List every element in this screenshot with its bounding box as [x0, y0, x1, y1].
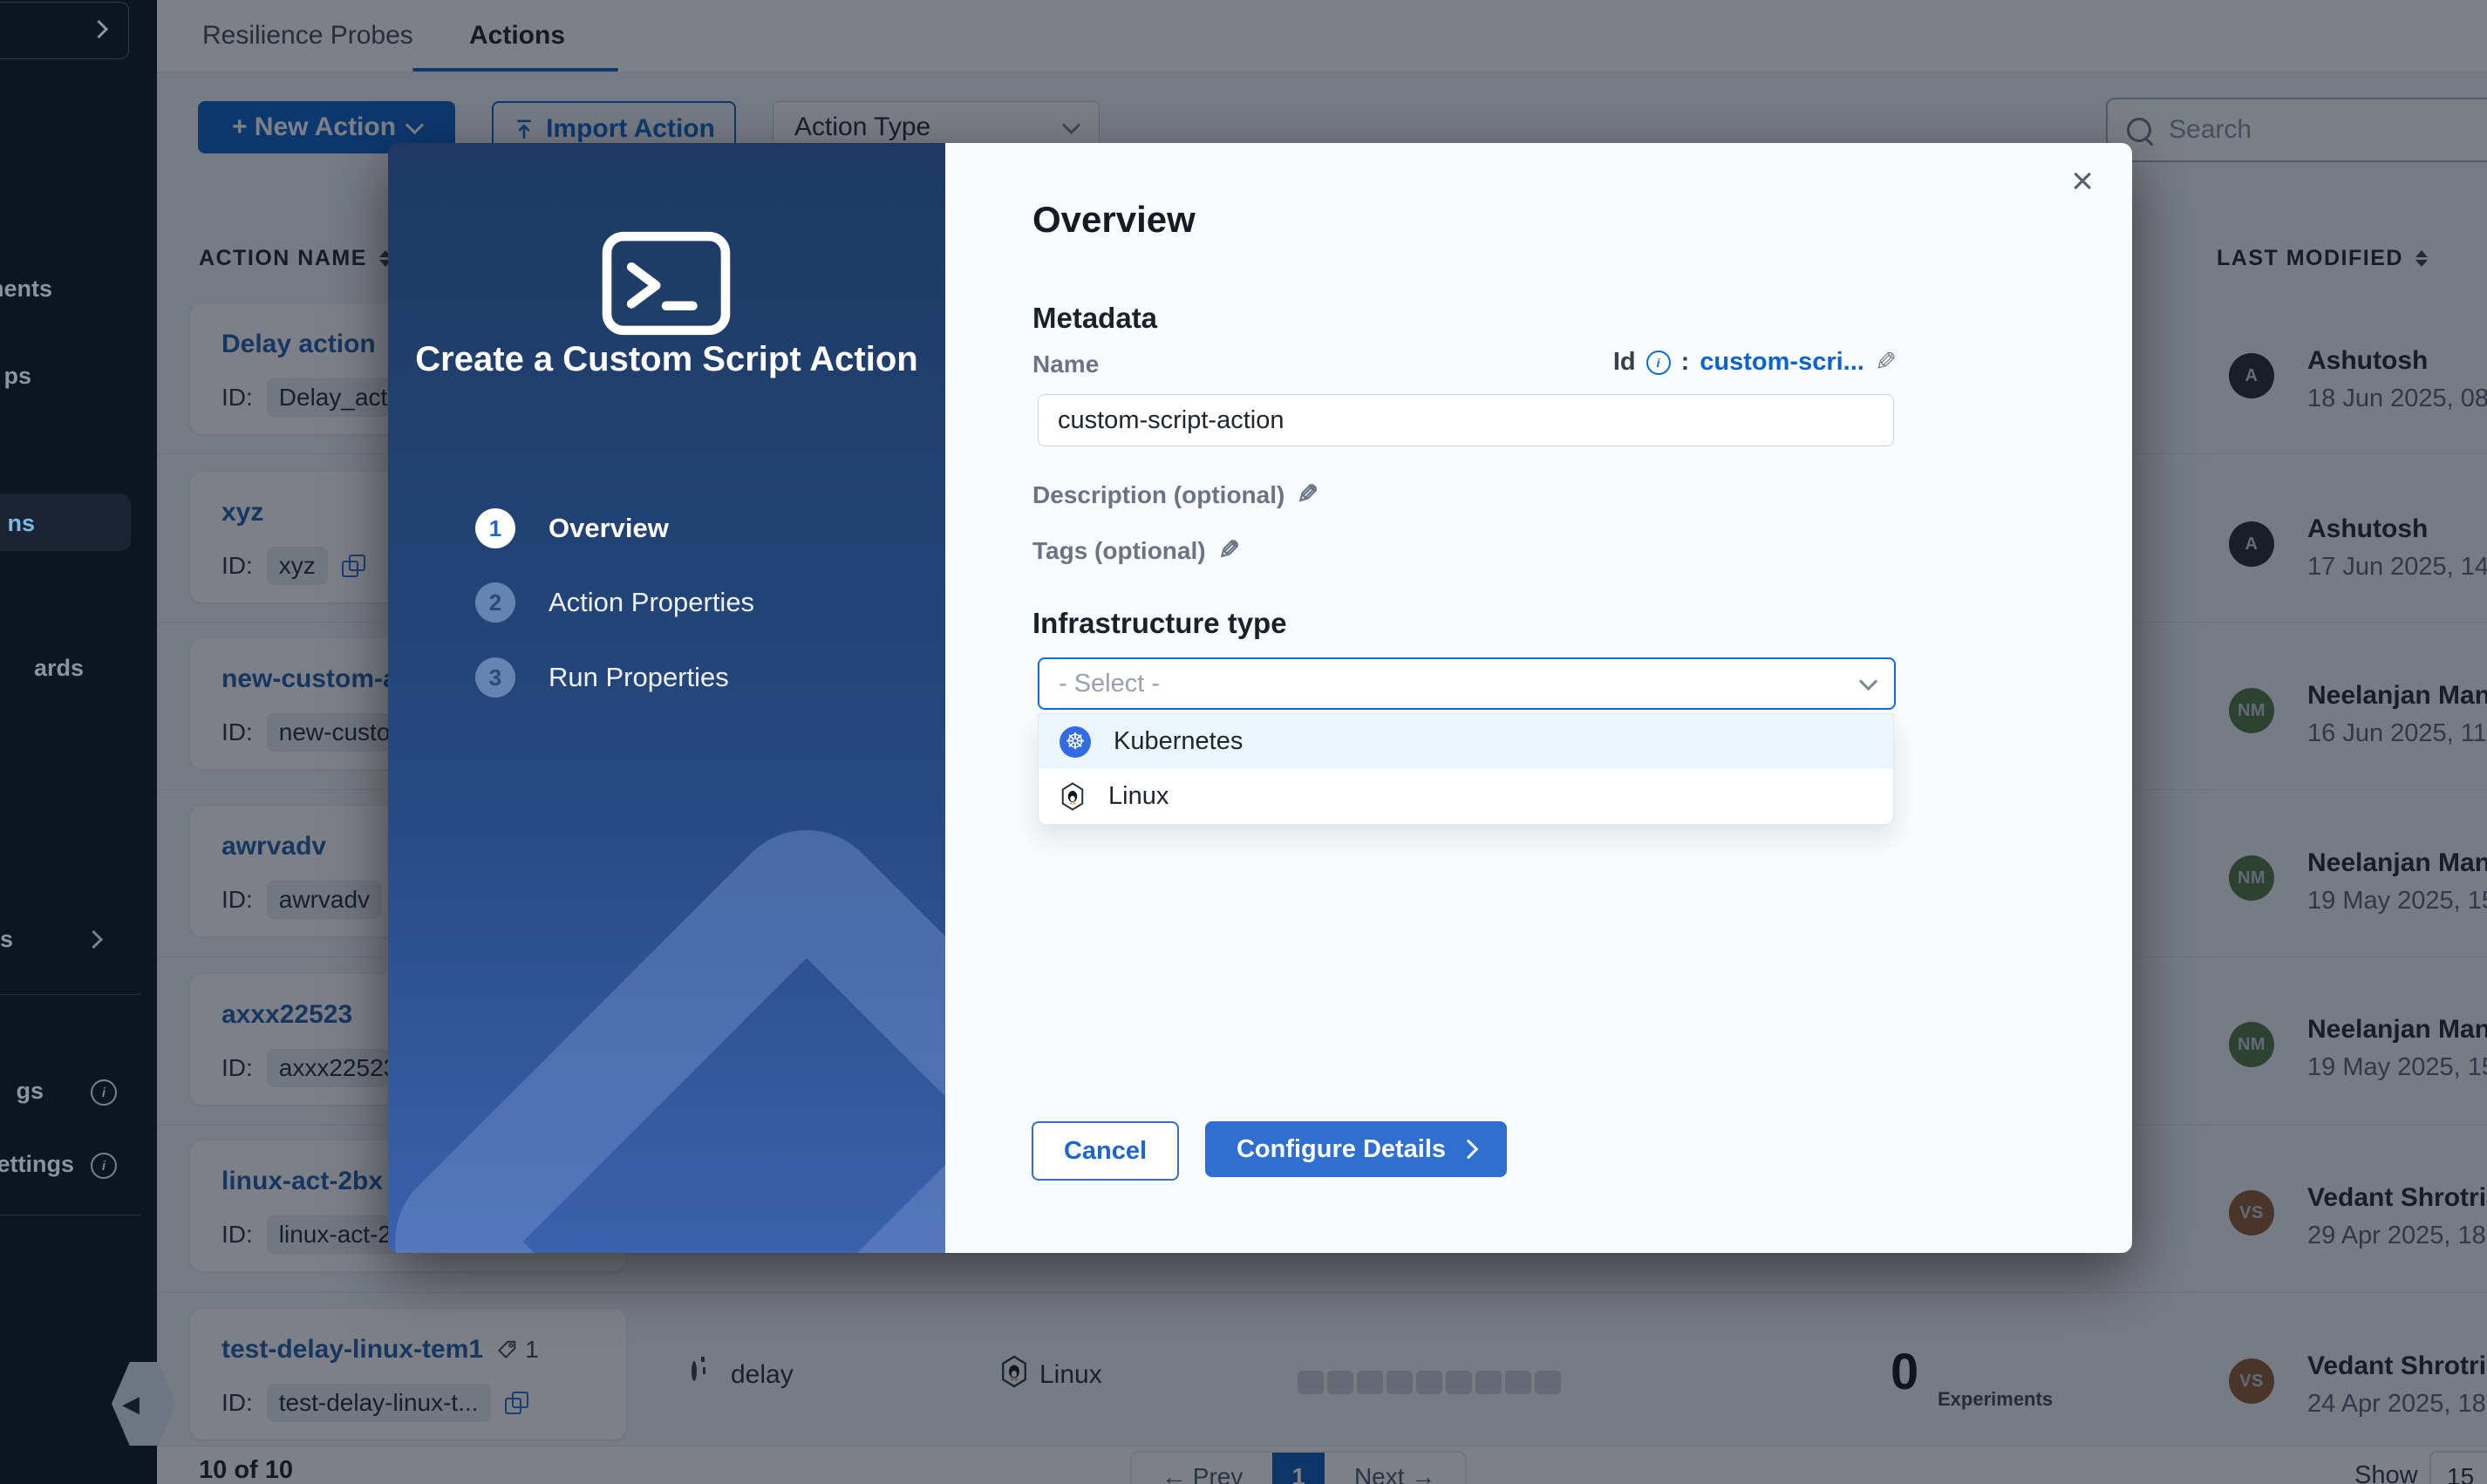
option-linux[interactable]: Linux [1039, 769, 1893, 824]
cancel-button[interactable]: Cancel [1032, 1121, 1179, 1181]
step-number: 1 [475, 508, 515, 548]
app-root: Resilience Probes Actions + New Action I… [0, 0, 2487, 1484]
option-label: Linux [1108, 782, 1169, 811]
step-label: Action Properties [549, 587, 754, 618]
id-value-link[interactable]: custom-scri... [1700, 348, 1864, 377]
edit-description-icon[interactable]: ✎ [1297, 480, 1318, 510]
create-action-modal: Create a Custom Script Action 1 Overview… [388, 143, 2132, 1253]
step-action-properties[interactable]: 2 Action Properties [475, 582, 754, 623]
description-label: Description (optional) ✎ [1032, 480, 1318, 510]
id-label: Id [1613, 348, 1636, 377]
watermark-shape [388, 798, 945, 1253]
chevron-right-icon [1459, 1140, 1479, 1160]
option-kubernetes[interactable]: ☸ Kubernetes [1039, 714, 1893, 769]
app-sidebar: ments ps ns ards s gs i ettings i [0, 0, 157, 1484]
action-id: Id i : custom-scri... ✎ [1613, 347, 1897, 378]
name-label: Name [1032, 351, 1099, 378]
sidebar-collapse-button[interactable] [0, 2, 129, 59]
terminal-icon [601, 230, 732, 337]
linux-icon [1060, 782, 1086, 811]
sidebar-item-s[interactable]: s [0, 926, 13, 953]
step-label: Run Properties [549, 662, 729, 693]
chevron-down-icon [1859, 671, 1877, 690]
step-number: 3 [475, 657, 515, 698]
option-label: Kubernetes [1114, 727, 1243, 756]
metadata-heading: Metadata [1032, 302, 1157, 335]
sidebar-item-ments[interactable]: ments [0, 276, 52, 303]
sidebar-divider [0, 994, 141, 995]
configure-details-button[interactable]: Configure Details [1205, 1121, 1507, 1177]
close-icon[interactable]: × [2071, 162, 2094, 201]
infrastructure-menu: ☸ Kubernetes Linux [1038, 713, 1894, 825]
edit-tags-icon[interactable]: ✎ [1218, 535, 1240, 566]
sidebar-item-gs[interactable]: gs [16, 1078, 44, 1105]
configure-label: Configure Details [1237, 1135, 1446, 1164]
info-icon: i [91, 1079, 117, 1106]
select-placeholder: - Select - [1059, 670, 1160, 698]
infrastructure-heading: Infrastructure type [1032, 607, 1287, 640]
sidebar-item-ps[interactable]: ps [3, 363, 31, 390]
edit-id-icon[interactable]: ✎ [1875, 347, 1897, 378]
wizard-title: Create a Custom Script Action [388, 337, 945, 382]
step-label: Overview [549, 513, 669, 544]
sidebar-item-ns[interactable]: ns [7, 510, 35, 537]
id-separator: : [1681, 348, 1690, 377]
modal-heading: Overview [1032, 199, 1196, 241]
infrastructure-select[interactable]: - Select - [1038, 657, 1896, 710]
name-input[interactable] [1038, 394, 1894, 446]
step-overview[interactable]: 1 Overview [475, 508, 669, 548]
chevron-right-icon [85, 930, 103, 949]
modal-body: × Overview Metadata Name Id i : custom-s… [945, 143, 2132, 1253]
wizard-panel: Create a Custom Script Action 1 Overview… [388, 143, 945, 1253]
sidebar-item-ards[interactable]: ards [34, 655, 84, 682]
sidebar-item-ettings[interactable]: ettings [0, 1151, 74, 1178]
step-number: 2 [475, 582, 515, 623]
info-icon: i [91, 1153, 117, 1179]
tags-label: Tags (optional) ✎ [1032, 535, 1240, 566]
kubernetes-icon: ☸ [1060, 726, 1091, 758]
step-run-properties[interactable]: 3 Run Properties [475, 657, 729, 698]
info-icon[interactable]: i [1646, 351, 1671, 375]
back-arrow-icon: ◀ [122, 1391, 140, 1418]
